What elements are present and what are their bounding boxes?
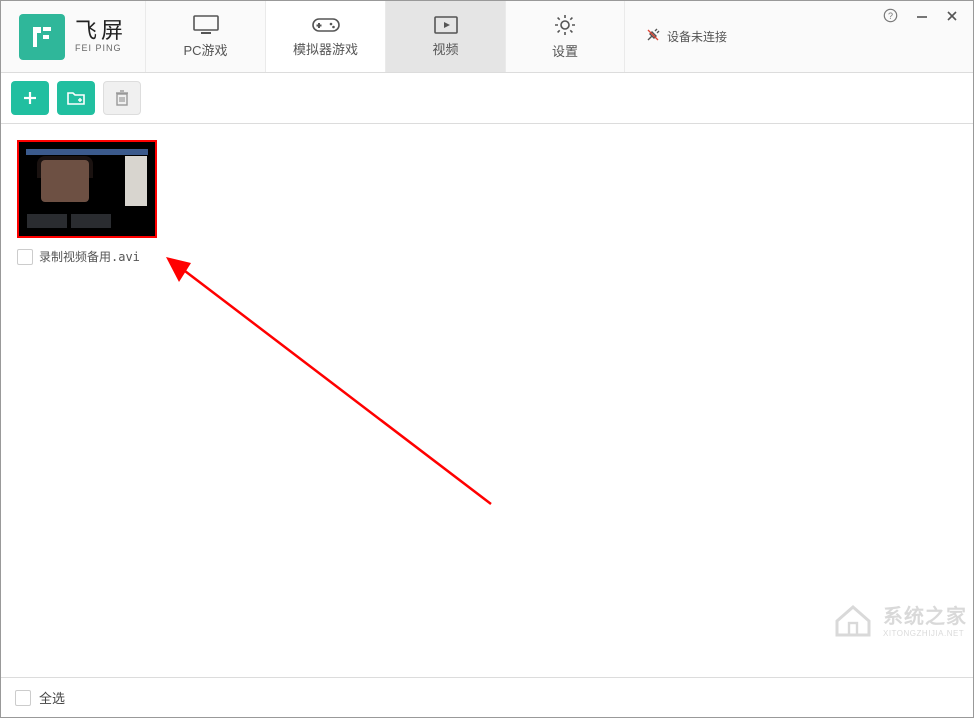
header: 飞屏 FEI PING PC游戏 模拟器游戏 视频 xyxy=(1,1,973,73)
tab-settings[interactable]: 设置 xyxy=(505,1,625,72)
watermark-cn: 系统之家 xyxy=(883,600,967,629)
help-icon[interactable]: ? xyxy=(883,8,898,26)
plug-icon xyxy=(645,27,661,46)
content-area: 录制视频备用.avi 系统之家 XITONGZHIJIA.NET xyxy=(1,124,973,677)
watermark: 系统之家 XITONGZHIJIA.NET xyxy=(831,597,967,641)
tab-label: 设置 xyxy=(552,41,578,60)
logo-mark-icon xyxy=(19,14,65,60)
tab-video[interactable]: 视频 xyxy=(385,1,505,72)
svg-text:?: ? xyxy=(888,11,893,21)
select-all-label: 全选 xyxy=(39,688,65,707)
app-logo: 飞屏 FEI PING xyxy=(1,1,145,72)
add-folder-button[interactable] xyxy=(57,81,95,115)
logo-name-cn: 飞屏 xyxy=(75,19,127,43)
thumbnail-image xyxy=(23,146,151,232)
tab-label: 模拟器游戏 xyxy=(293,39,358,58)
tab-label: PC游戏 xyxy=(183,40,227,59)
select-all-checkbox[interactable] xyxy=(15,690,31,706)
video-checkbox[interactable] xyxy=(17,249,33,265)
gamepad-icon xyxy=(311,15,341,35)
logo-name-en: FEI PING xyxy=(75,44,127,54)
device-status-text: 设备未连接 xyxy=(667,28,727,45)
annotation-arrow-icon xyxy=(161,254,501,514)
add-button[interactable] xyxy=(11,81,49,115)
house-icon xyxy=(831,597,875,641)
toolbar xyxy=(1,73,973,124)
main-tabs: PC游戏 模拟器游戏 视频 设置 xyxy=(145,1,625,72)
minimize-button[interactable] xyxy=(916,9,928,25)
video-thumbnail[interactable] xyxy=(17,140,157,238)
monitor-icon xyxy=(192,14,220,36)
logo-text: 飞屏 FEI PING xyxy=(75,19,127,53)
tab-emu-games[interactable]: 模拟器游戏 xyxy=(265,1,385,72)
tab-pc-games[interactable]: PC游戏 xyxy=(145,1,265,72)
footer: 全选 xyxy=(1,677,973,717)
close-button[interactable] xyxy=(946,9,958,25)
video-item[interactable]: 录制视频备用.avi xyxy=(17,140,157,265)
video-filename: 录制视频备用.avi xyxy=(39,248,140,265)
video-play-icon xyxy=(433,15,459,35)
tab-label: 视频 xyxy=(433,39,459,58)
window-controls: ? xyxy=(883,8,958,26)
folder-plus-icon xyxy=(66,90,86,106)
gear-icon xyxy=(553,13,577,37)
delete-button[interactable] xyxy=(103,81,141,115)
app-window: 飞屏 FEI PING PC游戏 模拟器游戏 视频 xyxy=(0,0,974,718)
video-label-row: 录制视频备用.avi xyxy=(17,248,157,265)
trash-icon xyxy=(114,89,130,107)
plus-icon xyxy=(21,89,39,107)
watermark-en: XITONGZHIJIA.NET xyxy=(883,629,967,638)
